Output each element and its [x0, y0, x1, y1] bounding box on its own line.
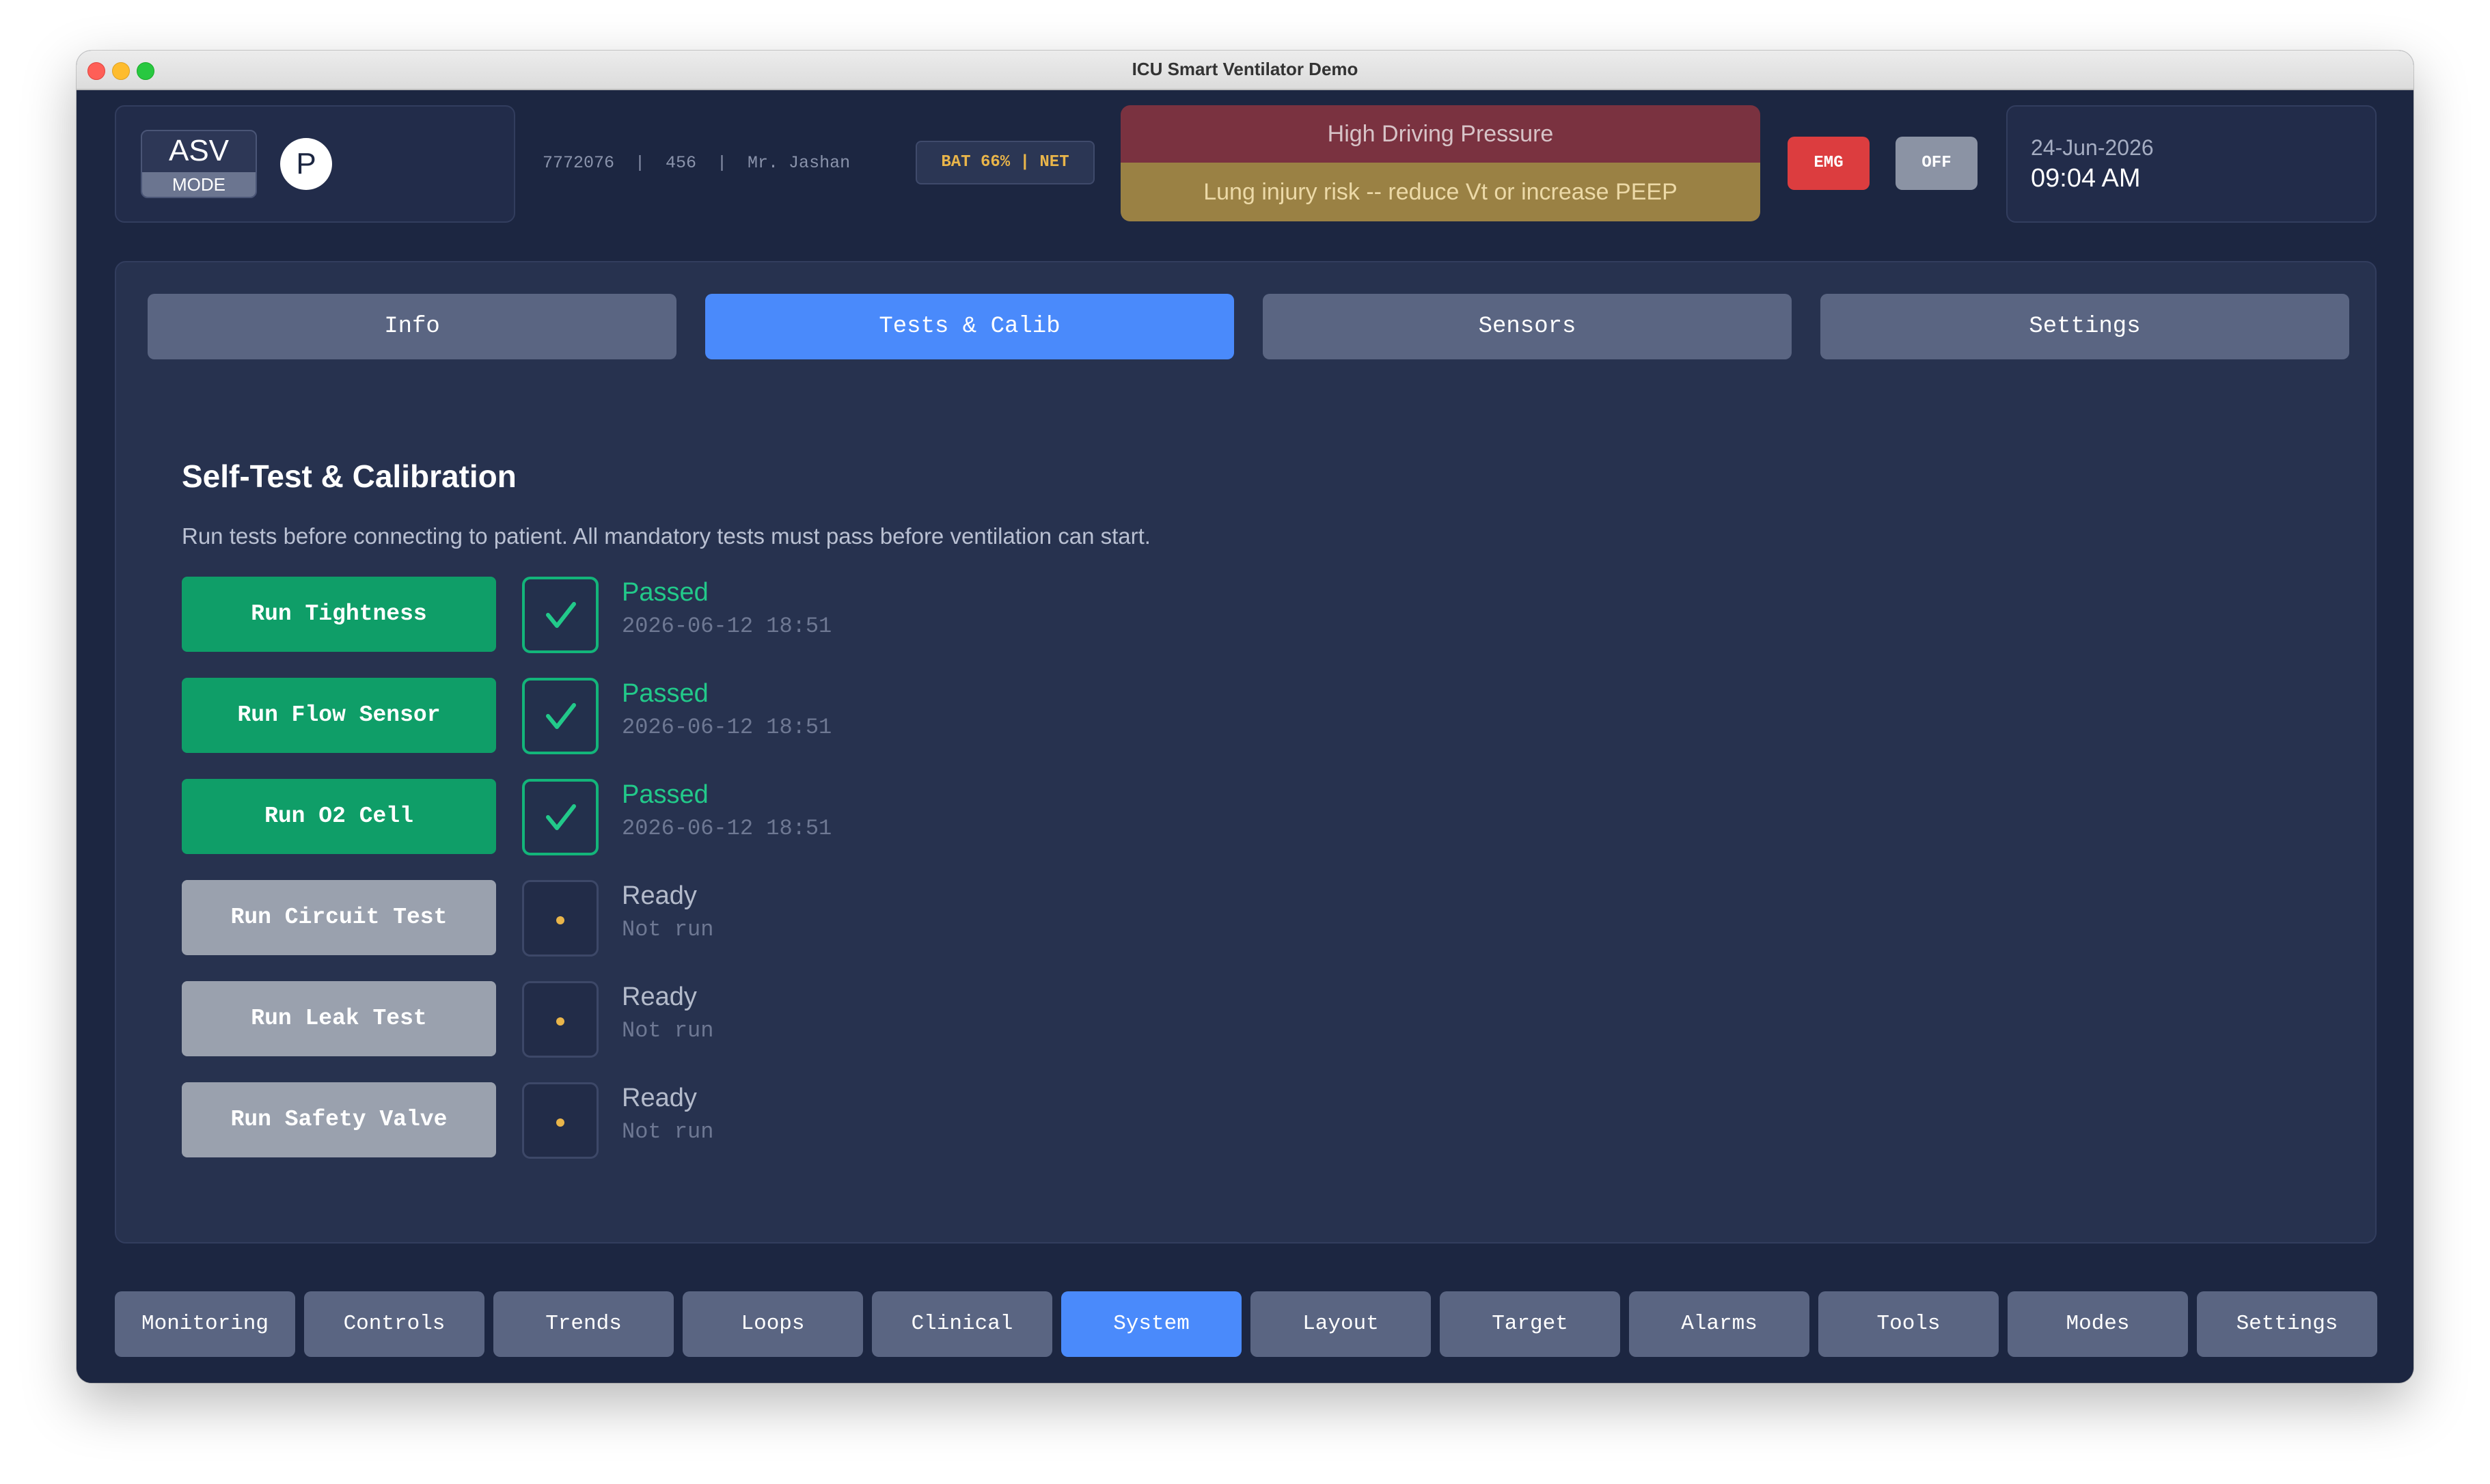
app-window: ICU Smart Ventilator Demo ASV MODE P 777…	[77, 51, 2413, 1383]
test-timestamp: 2026-06-12 18:51	[622, 715, 832, 740]
test-status-circuit	[522, 880, 599, 957]
nav-alarms[interactable]: Alarms	[1629, 1291, 1809, 1357]
dot-icon	[556, 1017, 564, 1026]
mode-name: ASV	[168, 134, 230, 167]
test-status-safety-valve	[522, 1082, 599, 1159]
mode-card: ASV MODE P	[115, 105, 515, 223]
run-leak-test-button[interactable]: Run Leak Test	[182, 981, 496, 1056]
mode-indicator[interactable]: ASV MODE	[141, 130, 257, 198]
nav-target[interactable]: Target	[1440, 1291, 1620, 1357]
patient-info: 7772076 | 456 | Mr. Jashan	[543, 153, 851, 173]
alarm-title[interactable]: High Driving Pressure	[1121, 105, 1760, 163]
window-title: ICU Smart Ventilator Demo	[1132, 59, 1358, 79]
checkmark-icon	[546, 804, 576, 830]
nav-loops[interactable]: Loops	[683, 1291, 863, 1357]
test-status-label: Ready	[622, 983, 697, 1011]
nav-monitoring[interactable]: Monitoring	[115, 1291, 295, 1357]
tab-tests-calib[interactable]: Tests & Calib	[705, 294, 1234, 359]
emergency-button[interactable]: EMG	[1788, 137, 1870, 190]
patient-type-badge: P	[280, 138, 332, 190]
tab-info[interactable]: Info	[148, 294, 676, 359]
nav-modes[interactable]: Modes	[2008, 1291, 2188, 1357]
date-display: 24-Jun-2026	[2031, 135, 2154, 160]
test-timestamp: 2026-06-12 18:51	[622, 614, 832, 639]
power-off-button[interactable]: OFF	[1896, 137, 1978, 190]
test-timestamp: 2026-06-12 18:51	[622, 816, 832, 841]
test-status-label: Ready	[622, 881, 697, 910]
checkmark-icon	[546, 703, 576, 729]
nav-system[interactable]: System	[1061, 1291, 1242, 1357]
test-status-label: Passed	[622, 679, 709, 708]
datetime-card: 24-Jun-2026 09:04 AM	[2006, 105, 2377, 223]
test-status-label: Passed	[622, 780, 709, 809]
test-status-o2-cell	[522, 779, 599, 855]
test-status-label: Ready	[622, 1084, 697, 1112]
run-safety-valve-button[interactable]: Run Safety Valve	[182, 1082, 496, 1157]
checkmark-icon	[546, 602, 576, 628]
power-status-badge: BAT 66% | NET	[916, 141, 1095, 184]
mode-label: MODE	[142, 172, 256, 197]
nav-tools[interactable]: Tools	[1818, 1291, 1999, 1357]
dot-icon	[556, 916, 564, 924]
nav-settings[interactable]: Settings	[2197, 1291, 2377, 1357]
test-timestamp: Not run	[622, 1119, 714, 1144]
run-flow-sensor-button[interactable]: Run Flow Sensor	[182, 678, 496, 753]
run-o2-cell-button[interactable]: Run O2 Cell	[182, 779, 496, 854]
nav-layout[interactable]: Layout	[1250, 1291, 1431, 1357]
test-timestamp: Not run	[622, 917, 714, 942]
title-bar: ICU Smart Ventilator Demo	[77, 51, 2413, 90]
test-status-leak	[522, 981, 599, 1058]
dot-icon	[556, 1118, 564, 1127]
test-status-tightness	[522, 577, 599, 653]
tab-sensors[interactable]: Sensors	[1263, 294, 1792, 359]
alarm-message[interactable]: Lung injury risk -- reduce Vt or increas…	[1121, 163, 1760, 221]
tab-settings[interactable]: Settings	[1820, 294, 2349, 359]
nav-clinical[interactable]: Clinical	[872, 1291, 1052, 1357]
nav-trends[interactable]: Trends	[493, 1291, 674, 1357]
test-status-label: Passed	[622, 578, 709, 607]
run-circuit-test-button[interactable]: Run Circuit Test	[182, 880, 496, 955]
test-status-flow-sensor	[522, 678, 599, 754]
section-description: Run tests before connecting to patient. …	[182, 523, 1151, 549]
section-title: Self-Test & Calibration	[182, 458, 517, 494]
test-timestamp: Not run	[622, 1018, 714, 1043]
run-tightness-button[interactable]: Run Tightness	[182, 577, 496, 652]
nav-controls[interactable]: Controls	[304, 1291, 484, 1357]
time-display: 09:04 AM	[2031, 164, 2141, 193]
app-content: ASV MODE P 7772076 | 456 | Mr. Jashan BA…	[77, 90, 2413, 1383]
main-panel: Info Tests & Calib Sensors Settings Self…	[115, 261, 2377, 1243]
